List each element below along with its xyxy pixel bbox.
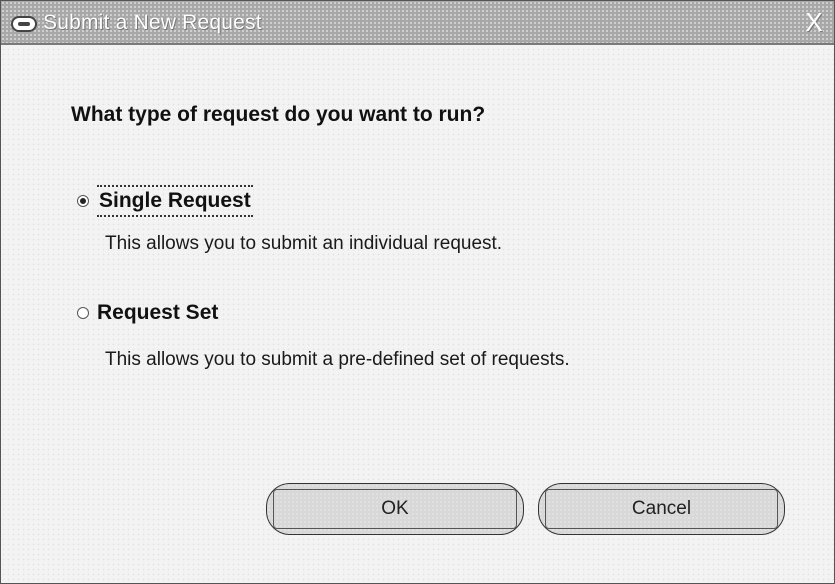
single-request-label[interactable]: Single Request xyxy=(99,189,251,212)
ok-button-label[interactable]: OK xyxy=(273,489,517,529)
question-heading: What type of request do you want to run? xyxy=(71,103,486,126)
request-set-label[interactable]: Request Set xyxy=(97,301,218,325)
single-request-option[interactable]: Single Request xyxy=(77,185,253,217)
request-set-option[interactable]: Request Set xyxy=(77,301,218,325)
window-title: Submit a New Request xyxy=(43,11,262,34)
close-icon[interactable]: X xyxy=(800,7,828,37)
dialog-body: What type of request do you want to run?… xyxy=(1,47,834,583)
single-request-radio[interactable] xyxy=(77,195,89,207)
title-bar[interactable]: Submit a New Request X xyxy=(1,1,834,45)
submit-request-dialog: Submit a New Request X What type of requ… xyxy=(0,0,835,584)
cancel-button[interactable]: Cancel xyxy=(538,483,785,535)
focus-outline: Single Request xyxy=(97,185,253,217)
ok-button[interactable]: OK xyxy=(266,483,524,535)
oracle-app-icon xyxy=(11,16,37,32)
cancel-button-label[interactable]: Cancel xyxy=(545,489,778,529)
single-request-description: This allows you to submit an individual … xyxy=(105,233,503,254)
request-set-description: This allows you to submit a pre-defined … xyxy=(105,349,570,370)
request-set-radio[interactable] xyxy=(77,307,89,319)
